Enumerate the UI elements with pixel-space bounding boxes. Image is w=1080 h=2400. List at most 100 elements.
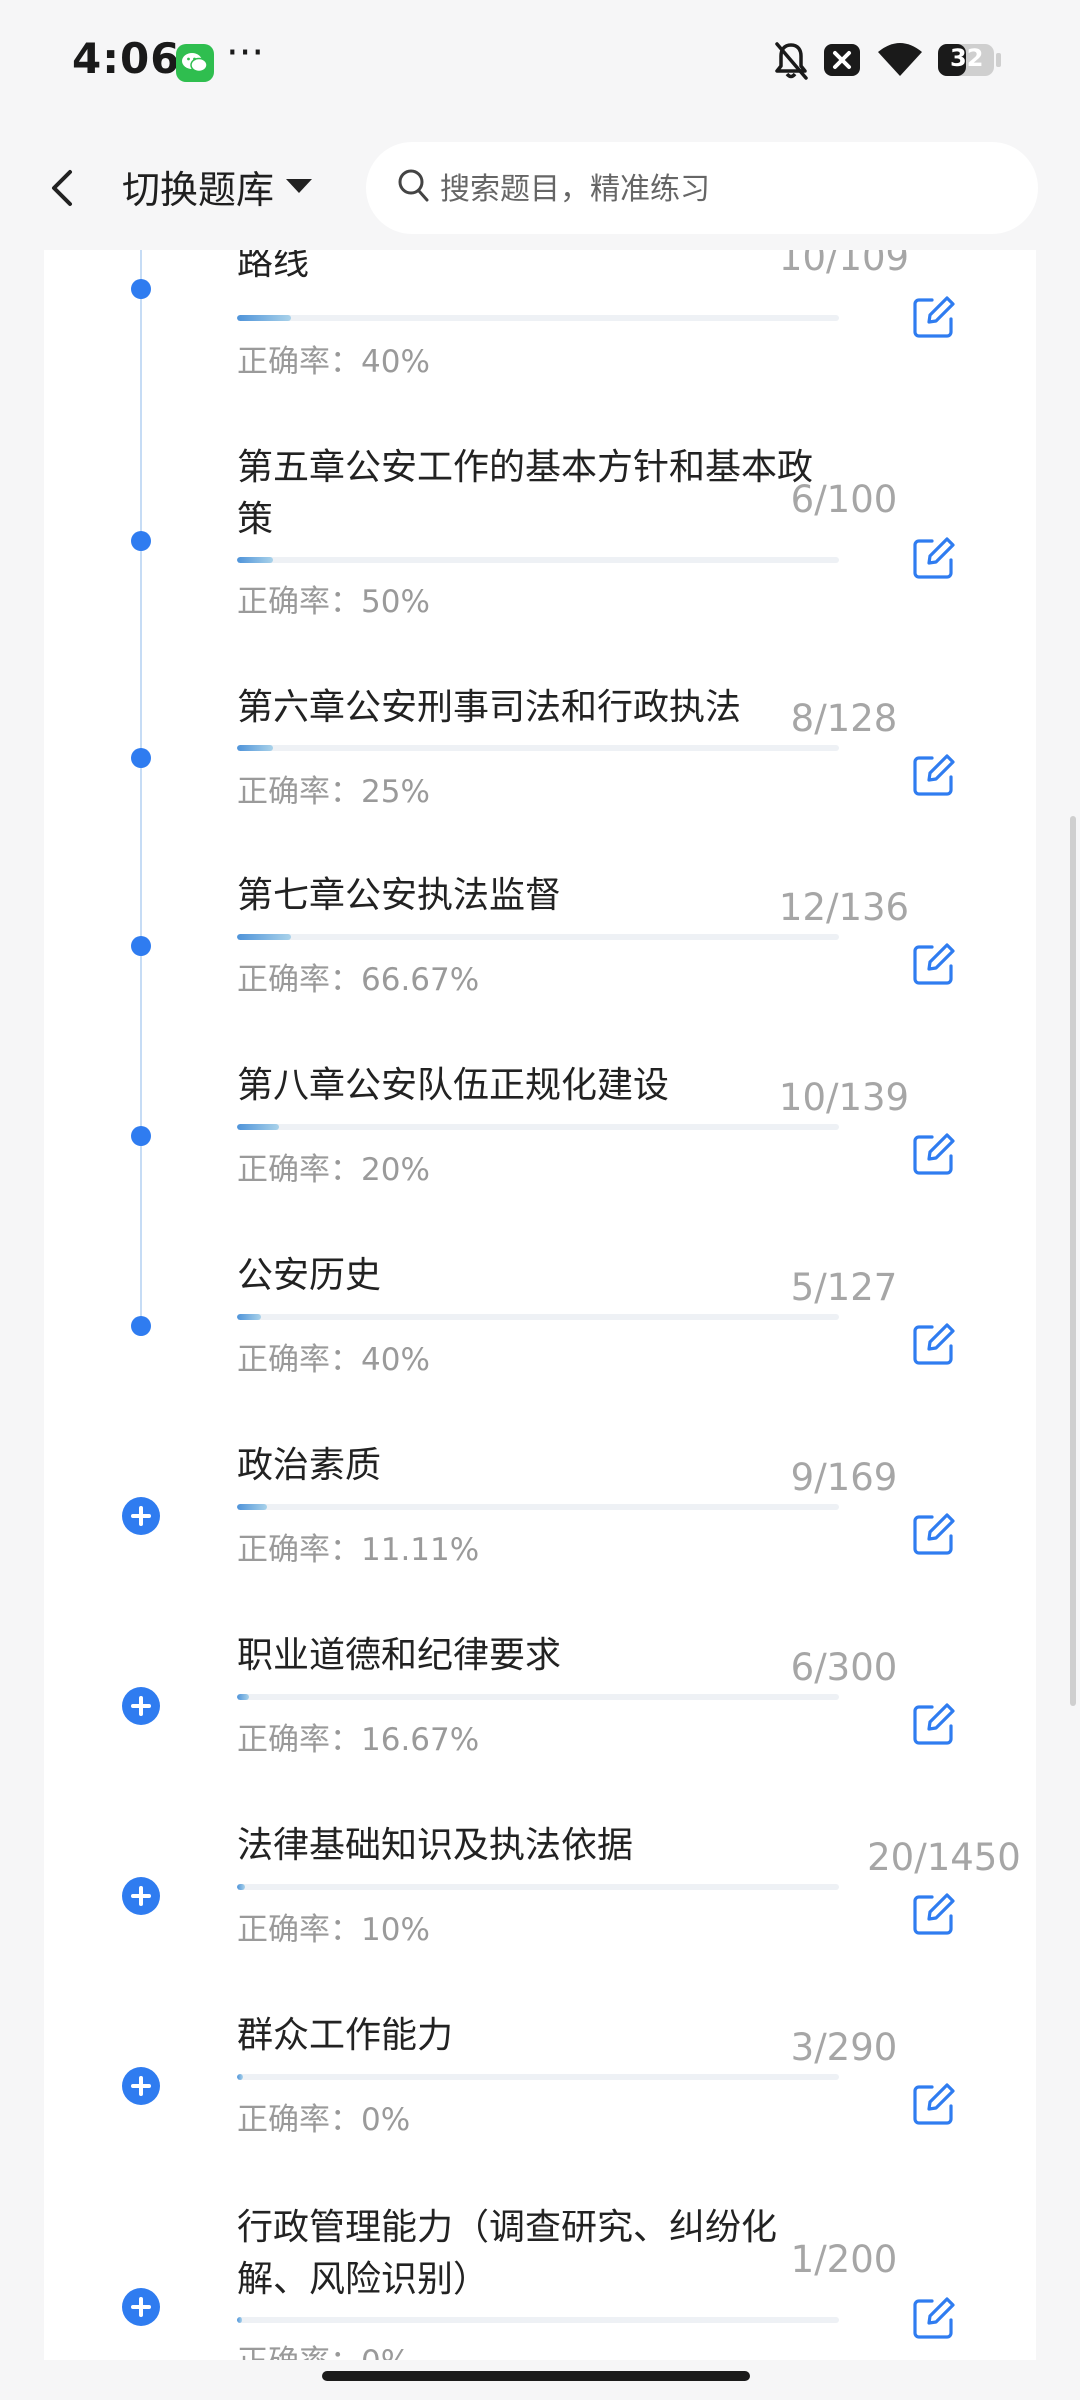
progress-bar <box>237 2074 839 2080</box>
timeline-dot-icon <box>131 279 151 299</box>
timeline-dot-icon <box>131 531 151 551</box>
progress-bar <box>237 1884 839 1890</box>
question-count: 9/169 <box>790 1456 898 1499</box>
bell-muted-icon <box>772 40 810 86</box>
expand-plus-icon[interactable] <box>122 2288 160 2326</box>
switch-question-bank-label: 切换题库 <box>122 167 275 212</box>
progress-bar <box>237 1504 839 1510</box>
progress-fill <box>237 2317 242 2323</box>
question-count: 20/1450 <box>867 1836 1021 1879</box>
timeline-dot-icon <box>131 748 151 768</box>
accuracy-text: 正确率：40% <box>237 344 430 380</box>
accuracy-text: 正确率：66.67% <box>237 962 480 998</box>
edit-icon <box>913 2083 955 2125</box>
chevron-left-icon <box>52 170 72 206</box>
progress-bar <box>237 315 839 321</box>
progress-fill <box>237 1314 262 1320</box>
accuracy-text: 正确率：25% <box>237 774 430 810</box>
progress-bar <box>237 557 839 563</box>
status-bar: 4:06 ··· 32 <box>0 0 1080 126</box>
edit-practice-button[interactable] <box>912 295 956 339</box>
accuracy-text: 正确率：0% <box>237 2342 410 2360</box>
battery-level: 32 <box>950 44 984 72</box>
progress-bar <box>237 2317 839 2323</box>
more-notifications-icon: ··· <box>226 30 265 76</box>
question-count: 3/290 <box>790 2026 898 2069</box>
edit-icon <box>913 754 955 796</box>
wifi-icon <box>876 40 924 84</box>
expand-plus-icon[interactable] <box>122 1497 160 1535</box>
chapter-list: 路线 正确率：40% 10/109 第五章公安工作的基本方针和基本政策 正确率：… <box>44 250 1036 2360</box>
close-notification-icon <box>822 40 862 84</box>
progress-fill <box>237 934 292 940</box>
progress-bar <box>237 1694 839 1700</box>
edit-practice-button[interactable] <box>912 942 956 986</box>
progress-bar <box>237 745 839 751</box>
progress-fill <box>237 315 292 321</box>
edit-icon <box>913 943 955 985</box>
progress-bar <box>237 934 839 940</box>
expand-plus-icon[interactable] <box>122 1877 160 1915</box>
chapter-title: 法律基础知识及执法依据 <box>237 1825 634 1866</box>
progress-fill <box>237 1124 280 1130</box>
timeline-dot-icon <box>131 1316 151 1336</box>
edit-icon <box>913 296 955 338</box>
accuracy-text: 正确率：10% <box>237 1912 430 1948</box>
edit-icon <box>913 1323 955 1365</box>
edit-practice-button[interactable] <box>912 2296 956 2340</box>
timeline-line <box>140 250 142 1318</box>
scrollbar[interactable] <box>1070 816 1076 1706</box>
switch-question-bank-button[interactable]: 切换题库 <box>122 156 313 216</box>
question-count: 5/127 <box>790 1266 898 1309</box>
search-input[interactable] <box>438 160 1002 218</box>
home-indicator[interactable] <box>322 2371 750 2381</box>
accuracy-text: 正确率：0% <box>237 2102 411 2138</box>
edit-icon <box>913 537 955 579</box>
edit-practice-button[interactable] <box>912 1512 956 1556</box>
progress-fill <box>237 2074 244 2080</box>
edit-icon <box>913 1703 955 1745</box>
edit-practice-button[interactable] <box>912 2082 956 2126</box>
edit-icon <box>913 1133 955 1175</box>
question-count: 1/200 <box>790 2238 898 2281</box>
progress-fill <box>237 745 274 751</box>
wechat-icon <box>176 44 214 82</box>
question-count: 10/109 <box>778 250 910 279</box>
edit-practice-button[interactable] <box>912 1702 956 1746</box>
question-count: 6/100 <box>790 478 898 521</box>
progress-bar <box>237 1124 839 1130</box>
progress-fill <box>237 557 274 563</box>
progress-fill <box>237 1884 246 1890</box>
battery-icon: 32 <box>936 42 1002 82</box>
accuracy-text: 正确率：20% <box>237 1152 430 1188</box>
screen: 4:06 ··· 32 切换题库 搜索题目，精准练习 路线 正确率：40% 10… <box>0 0 1080 2400</box>
edit-practice-button[interactable] <box>912 536 956 580</box>
progress-fill <box>237 1504 268 1510</box>
expand-plus-icon[interactable] <box>122 2067 160 2105</box>
back-button[interactable] <box>40 158 90 218</box>
header: 切换题库 <box>0 126 1080 250</box>
accuracy-text: 正确率：11.11% <box>237 1532 480 1568</box>
timeline-dot-icon <box>131 1126 151 1146</box>
accuracy-text: 正确率：16.67% <box>237 1722 480 1758</box>
edit-icon <box>913 1893 955 1935</box>
caret-down-icon <box>286 179 313 193</box>
edit-icon <box>913 2297 955 2339</box>
search-box[interactable] <box>366 142 1038 234</box>
progress-bar <box>237 1314 839 1320</box>
question-count: 8/128 <box>790 697 898 740</box>
edit-practice-button[interactable] <box>912 1322 956 1366</box>
edit-practice-button[interactable] <box>912 1892 956 1936</box>
accuracy-text: 正确率：50% <box>237 584 430 620</box>
search-icon <box>398 169 429 202</box>
question-count: 10/139 <box>778 1076 910 1119</box>
edit-practice-button[interactable] <box>912 753 956 797</box>
question-count: 6/300 <box>790 1646 898 1689</box>
status-time: 4:06 <box>72 34 181 83</box>
progress-fill <box>237 1694 250 1700</box>
expand-plus-icon[interactable] <box>122 1687 160 1725</box>
edit-icon <box>913 1513 955 1555</box>
question-count: 12/136 <box>778 886 910 929</box>
timeline-dot-icon <box>131 936 151 956</box>
edit-practice-button[interactable] <box>912 1132 956 1176</box>
